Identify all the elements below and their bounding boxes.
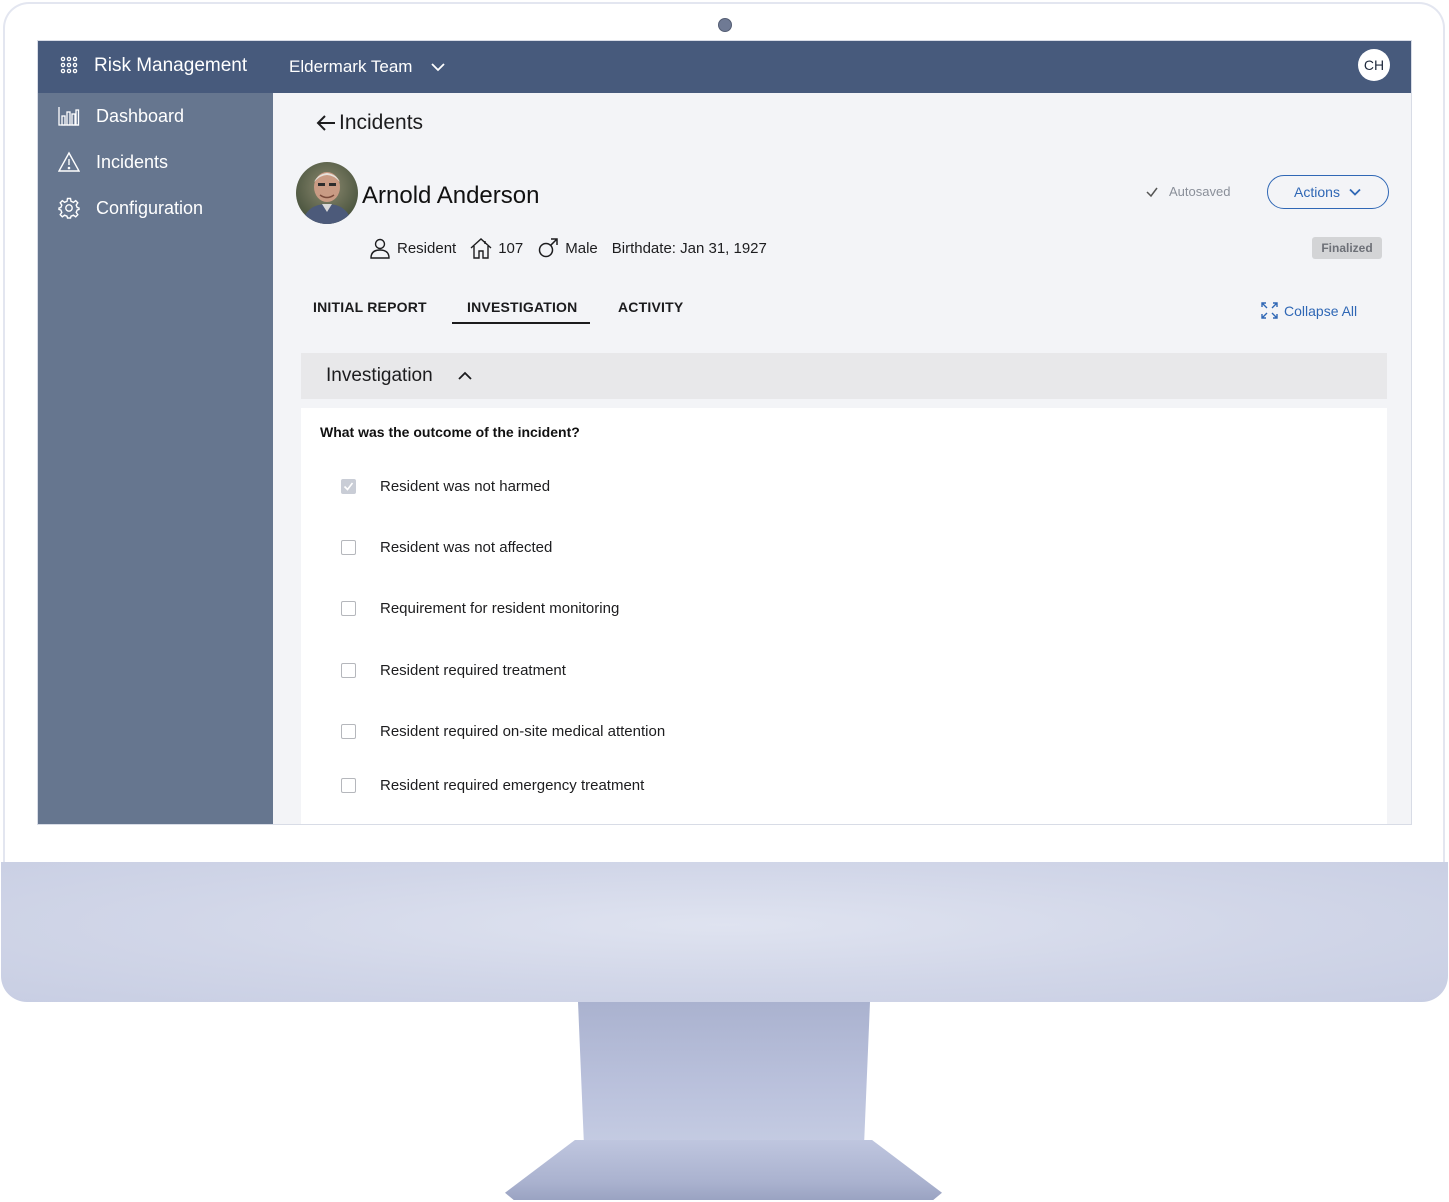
checkbox[interactable] — [341, 479, 356, 494]
sidebar: Dashboard Incidents Configuration — [38, 93, 273, 824]
collapse-all-button[interactable]: Collapse All — [1261, 302, 1357, 319]
tab-investigation[interactable]: INVESTIGATION — [467, 299, 577, 315]
monitor-chin — [1, 862, 1448, 1002]
status-badge: Finalized — [1312, 237, 1382, 259]
investigation-card: What was the outcome of the incident? Re… — [301, 408, 1387, 824]
resident-role: Resident — [369, 237, 456, 259]
camera-dot — [718, 18, 732, 32]
option-onsite-medical[interactable]: Resident required on-site medical attent… — [341, 723, 665, 740]
option-label: Resident was not harmed — [380, 478, 551, 495]
option-not-harmed[interactable]: Resident was not harmed — [341, 478, 550, 495]
option-label: Requirement for resident monitoring — [380, 600, 620, 617]
resident-photo — [296, 162, 358, 224]
chevron-up-icon[interactable] — [457, 368, 473, 384]
male-symbol-icon — [538, 238, 558, 258]
option-label: Resident was not affected — [380, 539, 553, 556]
sidebar-item-incidents[interactable]: Incidents — [58, 147, 168, 177]
checkmark-icon — [343, 482, 354, 491]
app-grid-icon[interactable] — [60, 56, 78, 74]
sidebar-item-label: Incidents — [96, 151, 169, 172]
resident-birthdate: Birthdate: Jan 31, 1927 — [611, 239, 767, 257]
investigation-section-header[interactable]: Investigation — [301, 353, 1387, 399]
main-content: Incidents Arnold Anderson Resident 107 M… — [273, 93, 1411, 824]
resident-name: Arnold Anderson — [362, 182, 540, 209]
sidebar-item-label: Dashboard — [96, 105, 185, 126]
tab-activity[interactable]: ACTIVITY — [618, 299, 683, 315]
active-tab-indicator — [452, 322, 590, 324]
app-title[interactable]: Risk Management — [94, 55, 247, 77]
monitor-stand-neck — [578, 1002, 870, 1142]
collapse-arrows-icon — [1261, 302, 1278, 319]
actions-button[interactable]: Actions — [1267, 175, 1389, 209]
resident-room: 107 — [470, 237, 523, 259]
option-treatment[interactable]: Resident required treatment — [341, 662, 566, 679]
option-label: Resident required emergency treatment — [380, 777, 645, 794]
checkbox[interactable] — [341, 724, 356, 739]
user-avatar[interactable]: CH — [1358, 49, 1390, 81]
option-monitoring[interactable]: Requirement for resident monitoring — [341, 600, 619, 617]
top-bar: Risk Management Eldermark Team CH — [38, 41, 1411, 93]
resident-info-row: Resident 107 Male Birthdate: Jan 31, 192… — [369, 237, 781, 259]
app-screen: Risk Management Eldermark Team CH Dashbo… — [37, 40, 1412, 825]
checkbox[interactable] — [341, 540, 356, 555]
section-title: Investigation — [326, 365, 433, 386]
tab-initial-report[interactable]: INITIAL REPORT — [313, 299, 427, 315]
sidebar-item-configuration[interactable]: Configuration — [58, 193, 203, 223]
back-to-incidents-link[interactable]: Incidents — [315, 111, 423, 135]
sidebar-item-label: Configuration — [96, 197, 204, 218]
chevron-down-icon — [1349, 188, 1361, 196]
checkbox[interactable] — [341, 601, 356, 616]
team-selector-label[interactable]: Eldermark Team — [289, 57, 412, 77]
person-icon — [370, 238, 390, 259]
resident-gender: Male — [537, 237, 598, 259]
option-label: Resident required on-site medical attent… — [380, 723, 666, 740]
option-not-affected[interactable]: Resident was not affected — [341, 539, 552, 556]
warning-icon — [58, 151, 80, 172]
autosave-status: Autosaved — [1145, 184, 1230, 199]
chevron-down-icon[interactable] — [430, 59, 446, 75]
option-label: Resident required treatment — [380, 662, 566, 679]
arrow-left-icon — [316, 115, 335, 131]
option-emergency-treatment[interactable]: Resident required emergency treatment — [341, 777, 644, 794]
back-label: Incidents — [339, 111, 424, 134]
bar-chart-icon — [58, 107, 80, 126]
outcome-question: What was the outcome of the incident? — [320, 424, 580, 440]
checkbox[interactable] — [341, 778, 356, 793]
house-icon — [470, 238, 492, 259]
monitor-stand-base — [505, 1140, 942, 1200]
checkmark-icon — [1146, 187, 1158, 197]
gear-icon — [58, 197, 80, 219]
sidebar-item-dashboard[interactable]: Dashboard — [58, 101, 184, 131]
checkbox[interactable] — [341, 663, 356, 678]
